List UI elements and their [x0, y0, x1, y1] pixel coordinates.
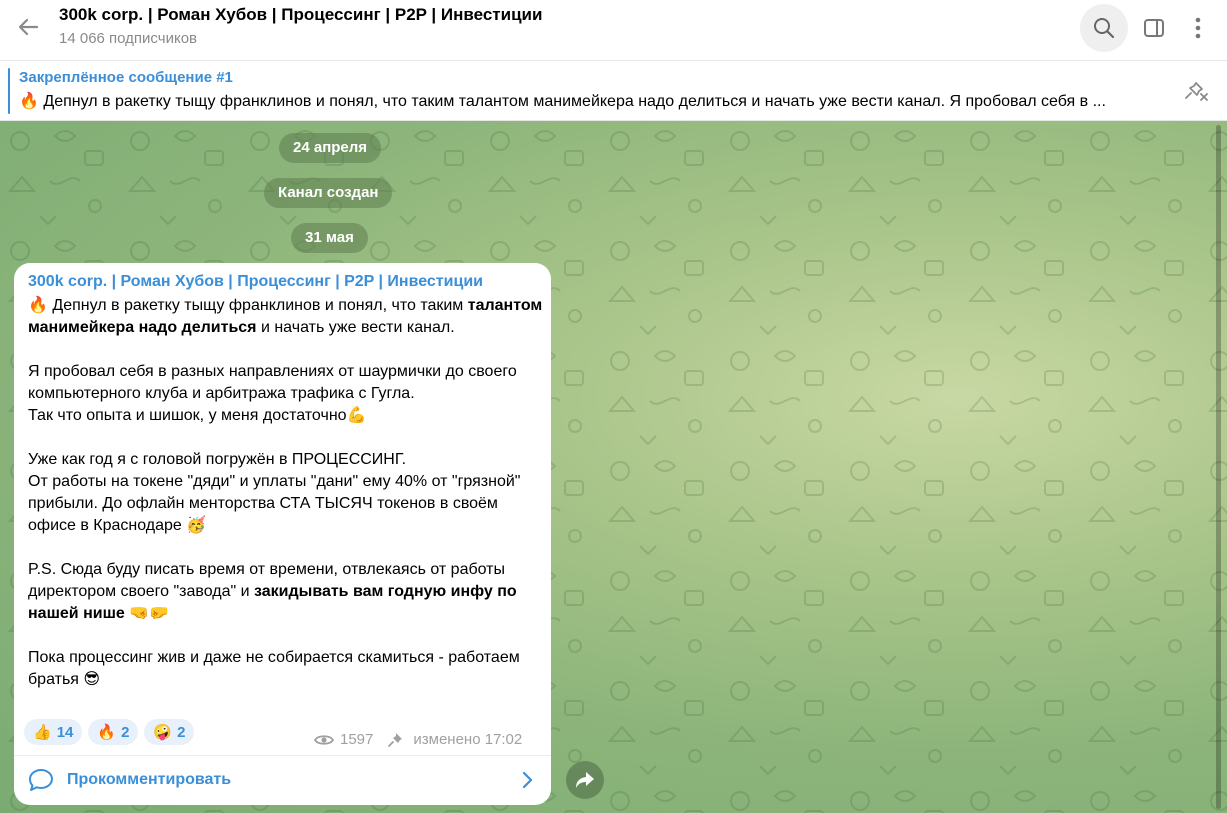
comment-button[interactable]: Прокомментировать	[14, 756, 551, 805]
arrow-left-icon	[18, 18, 39, 36]
pinned-title: Закреплённое сообщение #1	[19, 69, 233, 86]
post-text-span: Депнул в ракетку тыщу франклинов и понял…	[47, 297, 468, 314]
eye-icon	[314, 734, 334, 745]
date-separator: 31 мая	[291, 223, 368, 253]
chat-scrollbar[interactable]	[1216, 125, 1221, 809]
post-paragraph: 🔥 Депнул в ракетку тыщу франклинов и пон…	[28, 295, 543, 339]
pinned-text: 🔥 Депнул в ракетку тыщу франклинов и пон…	[19, 91, 1159, 111]
search-icon	[1094, 18, 1115, 39]
fire-emoji: 🔥	[97, 724, 117, 741]
reaction-count: 14	[56, 723, 74, 741]
pinned-message-bar[interactable]: Закреплённое сообщение #1 🔥 Депнул в рак…	[0, 61, 1227, 121]
service-message: Канал создан	[264, 178, 393, 208]
subscriber-count: 14 066 подписчиков	[59, 30, 198, 47]
pin-icon	[388, 732, 403, 747]
chat-header: 300k corp. | Роман Хубов | Процессинг | …	[0, 0, 1227, 61]
post-paragraph: P.S. Сюда буду писать время от времени, …	[28, 559, 543, 625]
back-button[interactable]	[10, 9, 46, 45]
view-count: 1597	[340, 731, 374, 748]
pinned-text-body: Депнул в ракетку тыщу франклинов и понял…	[43, 93, 1106, 110]
sidebar-icon	[1144, 19, 1164, 37]
pinned-indicator	[8, 68, 10, 114]
date-separator: 24 апреля	[279, 133, 382, 163]
reaction-thumbs-up[interactable]: 👍 14	[24, 719, 83, 745]
post-paragraph: Пока процессинг жив и даже не собирается…	[28, 647, 543, 691]
more-button[interactable]	[1174, 4, 1222, 52]
pin-off-icon	[1185, 82, 1208, 101]
party-emoji: 🥳	[186, 517, 207, 534]
share-arrow-icon	[576, 772, 594, 788]
more-vertical-icon	[1195, 17, 1201, 39]
post-text-span: Так что опыта и шишок, у меня достаточно	[28, 407, 347, 424]
share-button[interactable]	[566, 761, 604, 799]
post-text-span: Уже как год я с головой погружён в ПРОЦЕ…	[28, 451, 407, 468]
post-author[interactable]: 300k corp. | Роман Хубов | Процессинг | …	[28, 273, 483, 291]
comment-label: Прокомментировать	[67, 771, 232, 788]
post-text-span: От работы на токене "дяди" и уплаты "дан…	[28, 473, 521, 534]
fist-bump-emoji: 🤜🤛	[129, 605, 170, 622]
post-text: 🔥 Депнул в ракетку тыщу франклинов и пон…	[28, 295, 543, 713]
reaction-zany-face[interactable]: 🤪 2	[144, 719, 195, 745]
channel-post[interactable]: 300k corp. | Роман Хубов | Процессинг | …	[14, 263, 551, 805]
unpin-button[interactable]	[1176, 76, 1216, 106]
comment-icon	[29, 769, 53, 791]
edited-time: изменено 17:02	[413, 731, 523, 748]
reaction-count: 2	[177, 723, 186, 741]
channel-title[interactable]: 300k corp. | Роман Хубов | Процессинг | …	[59, 5, 542, 25]
post-text-span: Я пробовал себя в разных направлениях от…	[28, 363, 517, 402]
search-button[interactable]	[1080, 4, 1128, 52]
muscle-emoji: 💪	[346, 407, 367, 424]
zany-face-emoji: 🤪	[153, 724, 173, 741]
reaction-count: 2	[121, 723, 130, 741]
fire-emoji: 🔥	[28, 297, 48, 314]
reaction-fire[interactable]: 🔥 2	[88, 719, 139, 745]
post-text-span: и начать уже вести канал.	[256, 319, 455, 336]
thumbs-up-emoji: 👍	[33, 724, 52, 741]
post-text-span: Пока процессинг жив и даже не собирается…	[28, 649, 520, 688]
chevron-right-icon	[522, 771, 533, 789]
post-paragraph: Уже как год я с головой погружён в ПРОЦЕ…	[28, 449, 543, 537]
post-paragraph: Я пробовал себя в разных направлениях от…	[28, 361, 543, 427]
sunglasses-emoji: 😎	[83, 671, 101, 688]
toggle-sidebar-button[interactable]	[1130, 4, 1178, 52]
fire-emoji: 🔥	[19, 93, 39, 110]
chat-area[interactable]: 24 апреля Канал создан 31 мая 300k corp.…	[0, 121, 1227, 813]
reactions-row: 👍 14 🔥 2 🤪 2	[24, 719, 195, 745]
post-meta: 1597 изменено 17:02	[314, 731, 522, 748]
